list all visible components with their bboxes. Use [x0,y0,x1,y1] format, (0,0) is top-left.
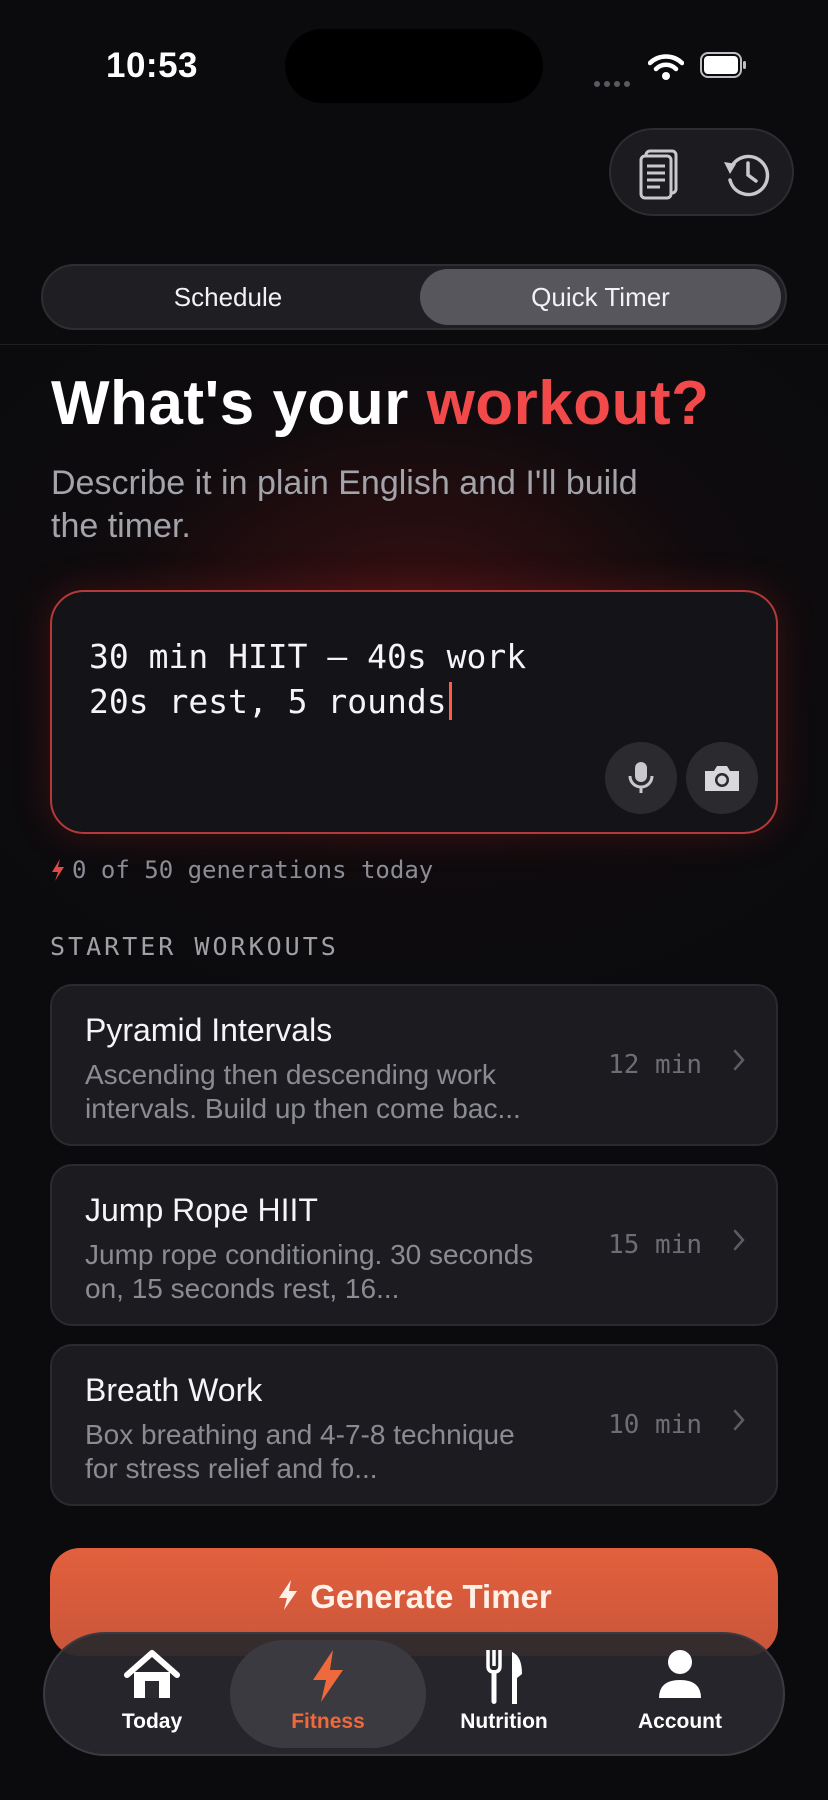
tab-fitness[interactable]: Fitness [253,1648,403,1744]
generate-timer-label: Generate Timer [310,1578,552,1615]
workout-duration: 12 min [608,1050,702,1080]
header-divider [0,344,828,345]
tab-today[interactable]: Today [77,1648,227,1744]
notes-icon [639,149,678,200]
bolt-icon [52,859,64,881]
history-icon [724,154,770,197]
workout-title: Pyramid Intervals [85,1012,333,1048]
workout-title: Breath Work [85,1372,263,1408]
voice-input-button[interactable] [605,742,677,814]
page-title: What's your workout? [51,368,710,439]
person-icon [659,1650,701,1698]
wifi-icon [647,53,685,86]
home-icon [124,1650,180,1698]
text-caret [448,682,452,720]
bolt-icon [313,1650,343,1702]
workout-prompt-input[interactable]: 30 min HIIT — 40s work 20s rest, 5 round… [50,590,778,834]
camera-icon [705,766,739,791]
camera-button[interactable] [686,742,758,814]
chevron-right-icon [733,1229,745,1251]
workout-description: Jump rope conditioning. 30 seconds on, 1… [85,1239,534,1304]
page-subtitle: Describe it in plain English and I'll bu… [51,464,638,545]
workout-duration: 10 min [608,1410,702,1440]
workout-description: Ascending then descending work intervals… [85,1059,521,1124]
tab-label: Account [638,1710,722,1733]
battery-icon [700,52,748,78]
chevron-right-icon [733,1049,745,1071]
dynamic-island [285,29,543,103]
title-prefix: What's your [51,369,427,438]
notes-button[interactable] [631,146,687,202]
generation-quota: 0 of 50 generations today [50,856,433,884]
cellular-signal-icon [594,74,634,92]
workout-card[interactable]: Pyramid Intervals Ascending then descend… [50,984,778,1146]
starter-workouts-heading: STARTER WORKOUTS [50,932,339,961]
workout-card[interactable]: Breath Work Box breathing and 4-7-8 tech… [50,1344,778,1506]
tab-account[interactable]: Account [605,1648,755,1744]
tab-label: Today [121,1710,183,1733]
workout-title: Jump Rope HIIT [85,1192,318,1228]
tab-label: Fitness [291,1710,365,1733]
header-actions [609,128,794,216]
workout-description: Box breathing and 4-7-8 technique for st… [85,1419,515,1484]
prompt-line-1: 30 min HIIT — 40s work [89,637,527,676]
bottom-tab-bar: Today Fitness Nutrition Account [43,1632,785,1756]
history-button[interactable] [719,146,775,202]
status-time: 10:53 [106,46,199,85]
microphone-icon [628,762,654,793]
tab-label: Nutrition [460,1710,548,1733]
generation-count-text: 0 of 50 generations today [72,856,434,884]
prompt-line-2: 20s rest, 5 rounds [89,682,447,721]
chevron-right-icon [733,1409,745,1431]
mode-segmented-control: Schedule Quick Timer [41,264,787,330]
tab-nutrition[interactable]: Nutrition [429,1648,579,1744]
workout-card[interactable]: Jump Rope HIIT Jump rope conditioning. 3… [50,1164,778,1326]
prompt-text[interactable]: 30 min HIIT — 40s work 20s rest, 5 round… [89,634,649,724]
fork-knife-icon [486,1650,522,1704]
tab-schedule[interactable]: Schedule [47,269,409,325]
workout-duration: 15 min [608,1230,702,1260]
title-accent: workout? [426,369,710,438]
bolt-icon [279,1580,298,1610]
tab-quick-timer[interactable]: Quick Timer [420,269,781,325]
